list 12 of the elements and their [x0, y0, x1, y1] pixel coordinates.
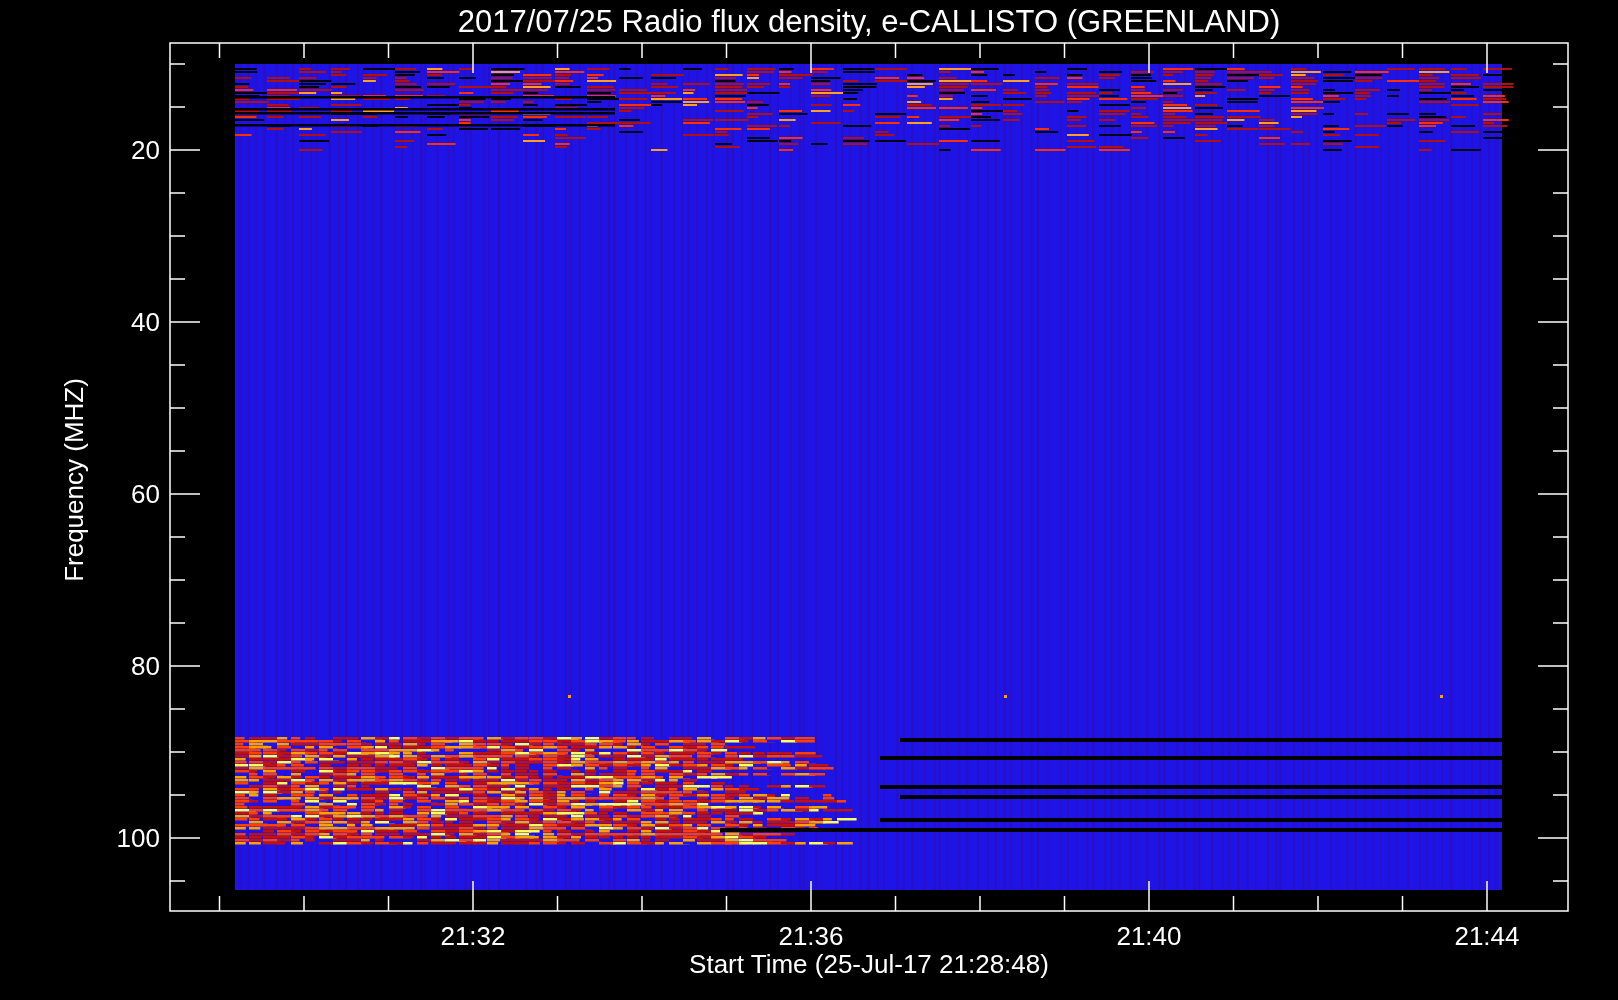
y-axis-label: Frequency (MHZ): [59, 378, 89, 582]
axis-tick-label: 21:40: [1116, 921, 1182, 951]
axis-tick-label: 40: [131, 307, 160, 337]
axis-tick-label: 100: [116, 823, 160, 853]
axis-tick-label: 60: [131, 479, 160, 509]
axis-tick-label: 20: [131, 135, 160, 165]
axis-tick-label: 21:36: [778, 921, 844, 951]
x-axis-label: Start Time (25-Jul-17 21:28:48): [689, 949, 1049, 979]
chart-title: 2017/07/25 Radio flux density, e-CALLISTO (GREENLAND): [457, 4, 1281, 39]
axis-tick-label: 21:32: [440, 921, 506, 951]
axis-tick-label: 80: [131, 651, 160, 681]
axis-tick-label: 21:44: [1454, 921, 1520, 951]
